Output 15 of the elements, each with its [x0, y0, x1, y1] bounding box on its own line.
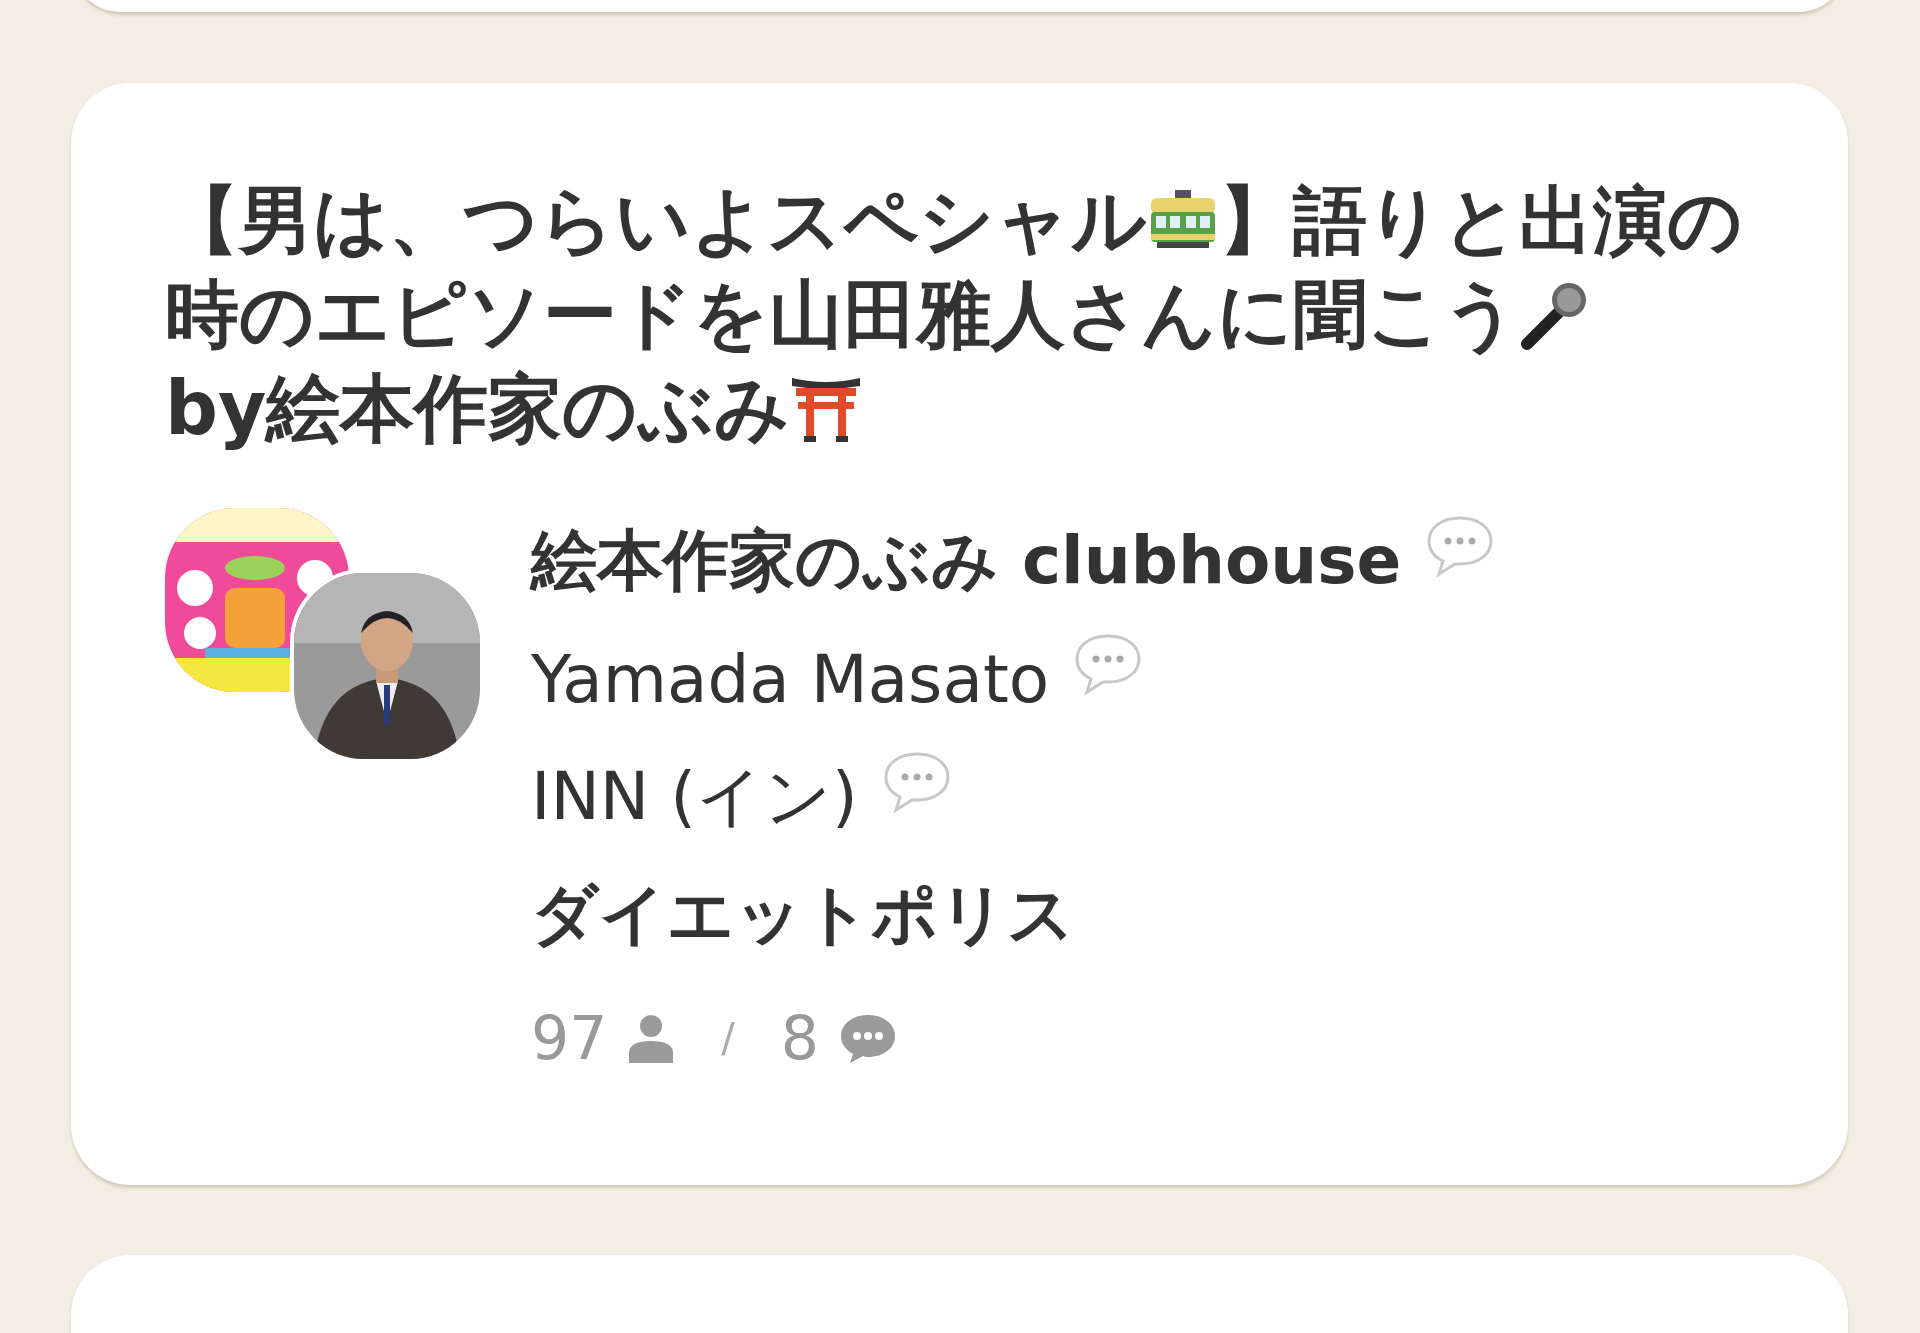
room-card[interactable]: 【男は、つらいよスペシャル 】語りと出演の 時のエピソードを山田雅人さんに聞こう by絵本作家のぶみ 絵本作家のぶみ clubhouse Yamada Masato INN (イン) ダイエットポリス 97 / 8: [71, 83, 1848, 1185]
room-title: 時のエピソードを山田雅人さんに聞こう: [165, 270, 1519, 359]
speaker-name: 絵本作家のぶみ clubhouse: [531, 521, 1402, 601]
person-icon: [627, 1013, 676, 1063]
chat-bubble-icon: [839, 1013, 898, 1063]
room-title: 本作家のぶみ: [340, 364, 791, 453]
room-title: 】語りと出演の: [1219, 176, 1743, 265]
speaker-count: 8: [780, 1003, 820, 1073]
listener-count: 97: [531, 1003, 608, 1073]
separator: /: [721, 1015, 735, 1061]
speaker-name: Yamada Masato: [531, 640, 1050, 718]
speaker-name: ダイエットポリス: [531, 875, 1075, 955]
room-title: 【男は、つらいよスペシャル: [165, 176, 1147, 265]
speaker-name: INN (イン): [531, 757, 858, 837]
room-title: by絵: [165, 364, 341, 453]
